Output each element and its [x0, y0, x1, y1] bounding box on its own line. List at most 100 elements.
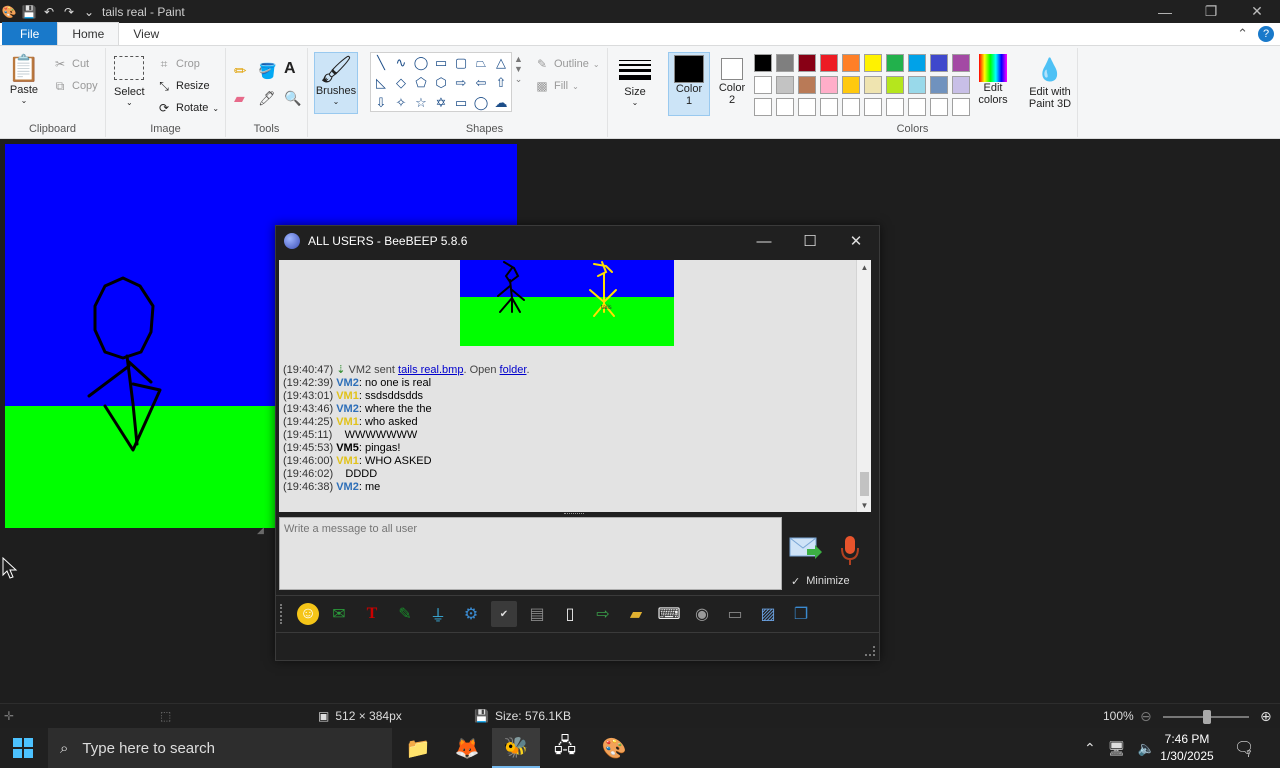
brushes-button[interactable]: 🖌 Brushes ⌄ [314, 52, 358, 114]
spellcheck-icon[interactable]: ✔ [491, 601, 517, 627]
restore-button[interactable]: ❐ [1188, 0, 1234, 23]
undo-icon[interactable]: ↶ [42, 5, 56, 19]
zoom-slider-thumb[interactable] [1203, 710, 1211, 724]
settings-icon[interactable]: ⚙ [458, 601, 484, 627]
pentagon-shape-icon[interactable]: ⬠ [411, 73, 431, 93]
color1-button[interactable]: Color 1 [668, 52, 710, 116]
file-link[interactable]: tails real.bmp [398, 364, 463, 376]
message-user[interactable]: VM2 [336, 481, 359, 493]
fill-bucket-icon[interactable]: 🪣 [258, 62, 277, 80]
crop-button[interactable]: ⌗ Crop [156, 56, 200, 72]
color-picker-icon[interactable]: 🖊 [258, 90, 276, 107]
voice-message-button[interactable] [839, 535, 861, 567]
text-format-icon[interactable]: T [359, 601, 385, 627]
clear-icon[interactable]: ▨ [755, 601, 781, 627]
callout-oval-icon[interactable]: ◯ [471, 93, 491, 113]
chat-scrollbar[interactable]: ▲ ▼ [856, 260, 871, 512]
font-icon[interactable]: ▤ [524, 601, 550, 627]
callout-cloud-icon[interactable]: ☁ [491, 93, 511, 113]
close-button[interactable]: ✕ [1234, 0, 1280, 23]
right-triangle-shape-icon[interactable]: ◺ [371, 73, 391, 93]
diamond-shape-icon[interactable]: ◇ [391, 73, 411, 93]
eraser-icon[interactable]: ▰ [234, 90, 245, 107]
text-tool-icon[interactable]: A [284, 60, 296, 78]
save-icon[interactable]: 💾 [22, 5, 37, 19]
message-user[interactable]: VM1 [336, 455, 359, 467]
select-button[interactable]: Select ⌄ [114, 56, 145, 107]
message-input[interactable] [279, 517, 782, 590]
right-arrow-shape-icon[interactable]: ⇨ [451, 73, 471, 93]
send-button[interactable] [789, 535, 823, 561]
start-button[interactable] [0, 728, 46, 768]
maximize-button[interactable]: ☐ [787, 226, 833, 256]
emoticon-icon[interactable]: ☺ [297, 603, 319, 625]
triangle-shape-icon[interactable]: △ [491, 53, 511, 73]
tab-home[interactable]: Home [57, 22, 120, 45]
paste-button[interactable]: 📋 Paste ⌄ [8, 52, 40, 106]
firefox-icon[interactable]: 🦊 [443, 728, 491, 768]
show-hidden-icons-icon[interactable]: ⌃ [1084, 740, 1096, 757]
zoom-in-button[interactable]: ⊕ [1260, 708, 1272, 725]
line-shape-icon[interactable]: ╲ [371, 53, 391, 73]
minimize-button[interactable]: — [1142, 0, 1188, 23]
paint-icon[interactable]: 🎨 [590, 728, 638, 768]
save-icon[interactable]: ▰ [623, 601, 649, 627]
network-app-icon[interactable]: 🖧 [541, 728, 589, 768]
outline-button[interactable]: ✎ Outline ⌄ [534, 56, 600, 72]
pencil-icon[interactable]: ✏ [234, 62, 247, 80]
filter-icon[interactable]: ⏚ [425, 601, 451, 627]
redo-icon[interactable]: ↷ [62, 5, 76, 19]
size-button[interactable]: Size ⌄ [617, 54, 653, 107]
toolbar-grip[interactable] [280, 604, 284, 624]
color-icon[interactable]: ✎ [392, 601, 418, 627]
polygon-shape-icon[interactable]: ⏢ [471, 53, 491, 73]
cut-button[interactable]: ✂ Cut [52, 56, 89, 72]
beebeep-icon[interactable]: 🐝 [492, 728, 540, 768]
code-icon[interactable]: ⌨ [656, 601, 682, 627]
taskbar-search-box[interactable]: ⌕ Type here to search [48, 728, 392, 768]
message-user[interactable]: VM1 [336, 416, 359, 428]
rectangle-shape-icon[interactable]: ▭ [431, 53, 451, 73]
down-arrow-shape-icon[interactable]: ⇩ [371, 93, 391, 113]
customize-qa-icon[interactable]: ⌄ [82, 5, 96, 19]
shared-image-preview[interactable]: tails [460, 260, 674, 346]
chat-history[interactable]: tails (19:40:47) ⇣ VM2 sent tails real.b… [279, 260, 856, 512]
canvas-resize-handle[interactable]: ◢ [257, 525, 264, 536]
rounded-rectangle-shape-icon[interactable]: ▢ [451, 53, 471, 73]
network-icon[interactable]: 🖥 [1108, 740, 1126, 757]
magnifier-icon[interactable]: 🔍 [284, 90, 301, 107]
zoom-out-button[interactable]: ⊖ [1140, 708, 1152, 725]
resize-button[interactable]: ⤡ Resize [156, 78, 209, 94]
six-point-star-icon[interactable]: ✡ [431, 93, 451, 113]
folder-link[interactable]: folder [500, 364, 527, 376]
system-clock[interactable]: 7:46 PM 1/30/2025 [1150, 731, 1224, 765]
fill-button[interactable]: ▩ Fill ⌄ [534, 78, 578, 94]
message-user[interactable]: VM2 [336, 377, 359, 389]
curve-shape-icon[interactable]: ∿ [391, 53, 411, 73]
resize-grip[interactable] [865, 646, 875, 656]
export-icon[interactable]: ⇨ [590, 601, 616, 627]
tab-file[interactable]: File [2, 22, 58, 45]
four-point-star-icon[interactable]: ✧ [391, 93, 411, 113]
close-button[interactable]: ✕ [833, 226, 879, 256]
file-explorer-icon[interactable]: 📁 [394, 728, 442, 768]
minimize-option[interactable]: ✓ Minimize [791, 575, 850, 588]
up-arrow-shape-icon[interactable]: ⇧ [491, 73, 511, 93]
minimize-button[interactable]: — [741, 226, 787, 256]
callout-rect-icon[interactable]: ▭ [451, 93, 471, 113]
scroll-thumb[interactable] [860, 472, 869, 496]
message-user[interactable]: VM1 [336, 390, 359, 402]
scroll-down-icon[interactable]: ▼ [857, 498, 872, 512]
copy-button[interactable]: ⧉ Copy [52, 78, 98, 94]
help-icon[interactable]: ? [1258, 26, 1274, 42]
hexagon-shape-icon[interactable]: ⬡ [431, 73, 451, 93]
color2-button[interactable]: Color 2 [711, 52, 753, 114]
message-user[interactable]: VM5 [336, 442, 359, 454]
message-user[interactable]: VM2 [336, 403, 359, 415]
scroll-up-icon[interactable]: ▲ [857, 260, 872, 274]
collapse-ribbon-icon[interactable]: ⌃ [1237, 26, 1248, 42]
document-icon[interactable]: ▯ [557, 601, 583, 627]
screenshot-icon[interactable]: ▭ [722, 601, 748, 627]
window-icon[interactable]: ❐ [788, 601, 814, 627]
shapes-scroll[interactable]: ▲ ▼ ⌄ [514, 54, 523, 85]
